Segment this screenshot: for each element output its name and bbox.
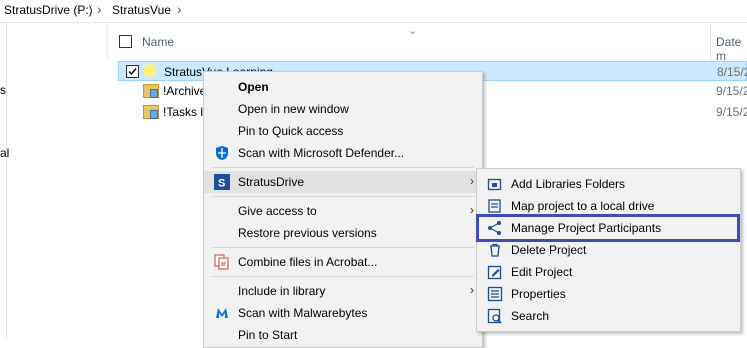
column-divider bbox=[107, 24, 108, 60]
menu-item-pin-quick-access[interactable]: Pin to Quick access bbox=[204, 120, 482, 142]
submenu-arrow-icon: › bbox=[470, 203, 474, 217]
submenu-item-search[interactable]: Search bbox=[477, 305, 740, 327]
sync-overlay-icon bbox=[150, 89, 158, 98]
row-name: !Tasks l bbox=[163, 105, 204, 119]
defender-shield-icon bbox=[214, 145, 230, 161]
menu-item-open-new-window[interactable]: Open in new window bbox=[204, 98, 482, 120]
menu-item-give-access[interactable]: Give access to › bbox=[204, 200, 482, 222]
submenu-arrow-icon: › bbox=[470, 283, 474, 297]
chevron-right-icon: › bbox=[97, 1, 102, 17]
breadcrumb-folder[interactable]: StratusVue bbox=[112, 3, 171, 17]
breadcrumb-drive[interactable]: StratusDrive (P:) bbox=[4, 3, 93, 17]
menu-item-scan-malwarebytes[interactable]: Scan with Malwarebytes bbox=[204, 302, 482, 324]
submenu-item-edit-project[interactable]: Edit Project bbox=[477, 261, 740, 283]
stratusdrive-submenu: Add Libraries Folders Map project to a l… bbox=[476, 168, 741, 332]
properties-icon bbox=[487, 286, 503, 302]
sort-chevron-icon: ⌄ bbox=[408, 25, 418, 37]
nav-item-fragment[interactable]: s bbox=[0, 83, 6, 97]
row-checkbox-checked[interactable] bbox=[126, 65, 139, 78]
address-bar[interactable]: StratusDrive (P:) › StratusVue › bbox=[0, 0, 747, 23]
select-all-checkbox[interactable] bbox=[119, 35, 132, 48]
menu-separator bbox=[212, 276, 474, 277]
row-date: 8/15/2 bbox=[717, 65, 747, 79]
map-drive-icon bbox=[487, 198, 503, 214]
folder-status-icon bbox=[143, 64, 156, 77]
submenu-item-properties[interactable]: Properties bbox=[477, 283, 740, 305]
menu-separator bbox=[212, 167, 474, 168]
menu-item-open[interactable]: Open bbox=[204, 76, 482, 98]
menu-item-restore-versions[interactable]: Restore previous versions bbox=[204, 222, 482, 244]
sync-overlay-icon bbox=[150, 110, 158, 119]
column-divider[interactable] bbox=[710, 24, 711, 60]
menu-separator bbox=[212, 247, 474, 248]
add-folder-icon bbox=[487, 176, 503, 192]
navigation-pane[interactable]: s al bbox=[0, 23, 9, 339]
nav-item-fragment[interactable]: al bbox=[0, 146, 9, 160]
malwarebytes-icon bbox=[214, 305, 230, 321]
trash-icon bbox=[487, 242, 503, 258]
menu-item-pin-start[interactable]: Pin to Start bbox=[204, 324, 482, 346]
row-date: 9/15/2 bbox=[716, 84, 747, 98]
menu-item-scan-defender[interactable]: Scan with Microsoft Defender... bbox=[204, 142, 482, 164]
row-name: !Archive bbox=[163, 84, 207, 98]
context-menu: Open Open in new window Pin to Quick acc… bbox=[203, 71, 483, 348]
search-icon bbox=[487, 308, 503, 324]
menu-separator bbox=[212, 196, 474, 197]
submenu-item-delete-project[interactable]: Delete Project bbox=[477, 239, 740, 261]
column-name-header[interactable]: Name bbox=[142, 35, 174, 49]
submenu-item-add-libraries[interactable]: Add Libraries Folders bbox=[477, 173, 740, 195]
stratusdrive-icon: S bbox=[214, 174, 230, 190]
svg-text:S: S bbox=[218, 178, 225, 190]
chevron-right-icon[interactable]: › bbox=[177, 1, 182, 17]
acrobat-icon bbox=[214, 254, 230, 270]
menu-item-stratusdrive[interactable]: S StratusDrive › bbox=[204, 171, 482, 193]
submenu-arrow-icon: › bbox=[470, 174, 474, 188]
menu-item-combine-acrobat[interactable]: Combine files in Acrobat... bbox=[204, 251, 482, 273]
highlight-annotation-box bbox=[476, 214, 740, 242]
column-date-header[interactable]: Date m bbox=[716, 35, 747, 63]
menu-item-include-library[interactable]: Include in library › bbox=[204, 280, 482, 302]
edit-icon bbox=[487, 264, 503, 280]
row-date: 9/15/2 bbox=[716, 105, 747, 119]
column-header bbox=[108, 23, 747, 61]
